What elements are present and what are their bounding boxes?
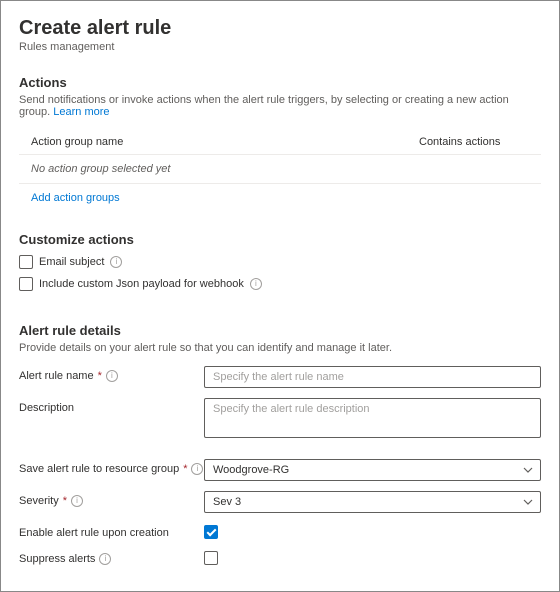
actions-help-text: Send notifications or invoke actions whe…	[19, 94, 541, 118]
actions-heading: Actions	[19, 75, 541, 90]
webhook-payload-label: Include custom Json payload for webhook	[39, 278, 244, 290]
info-icon[interactable]	[250, 278, 262, 290]
required-indicator: *	[98, 370, 102, 382]
page-title: Create alert rule	[19, 17, 541, 40]
required-indicator: *	[183, 463, 187, 475]
enable-upon-creation-checkbox[interactable]	[204, 525, 218, 539]
action-group-empty-row: No action group selected yet	[19, 154, 541, 184]
email-subject-label: Email subject	[39, 256, 104, 268]
description-input[interactable]	[204, 398, 541, 438]
col-action-group-name: Action group name	[31, 136, 419, 148]
customize-actions-heading: Customize actions	[19, 232, 541, 247]
add-action-groups-link[interactable]: Add action groups	[19, 192, 120, 204]
severity-select[interactable]: Sev 3	[204, 491, 541, 513]
info-icon[interactable]	[110, 256, 122, 268]
suppress-alerts-label: Suppress alerts	[19, 553, 95, 565]
action-group-table-header: Action group name Contains actions	[19, 130, 541, 154]
alert-rule-name-input[interactable]	[204, 366, 541, 388]
info-icon[interactable]	[99, 553, 111, 565]
page-subtitle: Rules management	[19, 41, 541, 53]
info-icon[interactable]	[71, 495, 83, 507]
alert-rule-details-heading: Alert rule details	[19, 323, 541, 338]
required-indicator: *	[63, 495, 67, 507]
email-subject-checkbox[interactable]	[19, 255, 33, 269]
info-icon[interactable]	[106, 370, 118, 382]
alert-rule-name-label: Alert rule name	[19, 370, 94, 382]
details-help-text: Provide details on your alert rule so th…	[19, 342, 541, 354]
learn-more-link[interactable]: Learn more	[53, 106, 109, 118]
enable-upon-creation-label: Enable alert rule upon creation	[19, 527, 169, 539]
description-label: Description	[19, 402, 74, 414]
col-contains-actions: Contains actions	[419, 136, 529, 148]
suppress-alerts-checkbox[interactable]	[204, 551, 218, 565]
resource-group-select[interactable]: Woodgrove-RG	[204, 459, 541, 481]
resource-group-label: Save alert rule to resource group	[19, 463, 179, 475]
severity-label: Severity	[19, 495, 59, 507]
webhook-payload-checkbox[interactable]	[19, 277, 33, 291]
info-icon[interactable]	[191, 463, 203, 475]
